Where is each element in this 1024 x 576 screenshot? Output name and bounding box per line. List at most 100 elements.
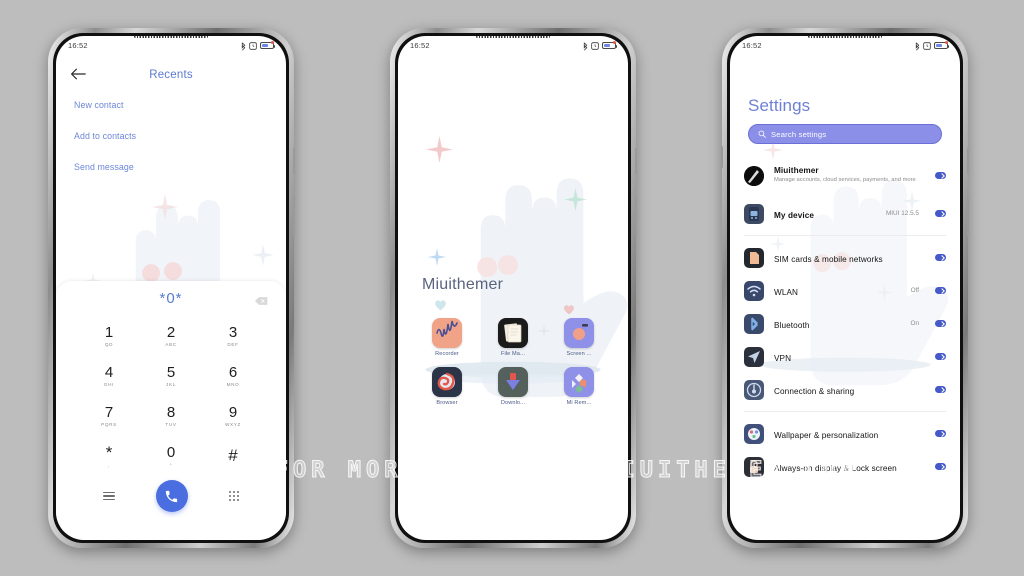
key-6[interactable]: 6 MNO (202, 357, 264, 395)
settings-row-wallpaper[interactable]: Wallpaper & personalization (730, 417, 960, 450)
earpiece-grill (808, 36, 882, 38)
settings-row-connection-sharing[interactable]: Connection & sharing (730, 373, 960, 406)
settings-row-wlan[interactable]: WLAN Off (730, 274, 960, 307)
app-recorder[interactable]: Recorder (414, 318, 480, 357)
chevron-right-icon (935, 320, 946, 327)
lock-screen-icon (744, 456, 764, 477)
status-time: 16:52 (68, 41, 88, 50)
vpn-icon (744, 346, 764, 367)
key-3[interactable]: 3 DEF (202, 317, 264, 355)
key-2[interactable]: 2 ABC (140, 317, 202, 355)
phone-bezel: 16:52 Miuithemer Recorder File Ma... Scr… (395, 33, 631, 543)
key-letters: , (108, 462, 110, 468)
key-5[interactable]: 5 JKL (140, 357, 202, 395)
app-label: Downlo... (500, 400, 526, 406)
back-arrow-icon[interactable] (70, 67, 86, 83)
volume-button[interactable] (293, 196, 295, 236)
backspace-icon[interactable] (255, 293, 268, 311)
downloads-icon (498, 367, 528, 397)
settings-row-vpn[interactable]: VPN (730, 340, 960, 373)
keypad-sheet: *0* 1 QD 2 ABC 3 DEF 4 GHI 5 JKL 6 MNO 7 PQRS 8… (56, 281, 286, 540)
sparkle-icon (428, 248, 446, 266)
volume-button[interactable] (635, 196, 637, 236)
key-7[interactable]: 7 PQRS (78, 397, 140, 435)
bluetooth-icon (241, 41, 246, 51)
send-message-action[interactable]: Send message (74, 162, 268, 172)
key-number: 0 (166, 444, 176, 462)
key-letters: + (169, 461, 173, 467)
key-number: 5 (166, 364, 176, 382)
app-file-manager[interactable]: File Ma... (480, 318, 546, 357)
app-downloads[interactable]: Downlo... (480, 367, 546, 406)
connection-sharing-icon (744, 379, 764, 400)
screen-recorder-icon (564, 318, 594, 348)
settings-row-sim-cards[interactable]: SIM cards & mobile networks (730, 241, 960, 274)
status-bar: 16:52 (730, 36, 960, 55)
app-browser[interactable]: Browser (414, 367, 480, 406)
power-button[interactable] (293, 148, 295, 174)
app-mi-remote[interactable]: Mi Rem... (546, 367, 612, 406)
keypad-grid-icon[interactable] (229, 490, 240, 502)
dialer-bottom-bar (56, 475, 286, 512)
volume-button[interactable] (721, 146, 723, 168)
phone-bezel: 16:52 Settings Search settings Miuitheme… (727, 33, 963, 543)
key-1[interactable]: 1 QD (78, 317, 140, 355)
key-hash[interactable]: # (202, 437, 264, 475)
battery-icon (260, 41, 276, 50)
phone-call-icon[interactable] (155, 480, 188, 512)
key-4[interactable]: 4 GHI (78, 357, 140, 395)
mi-remote-icon (564, 367, 594, 397)
sparkle-icon (152, 194, 178, 220)
key-number: 3 (228, 324, 238, 342)
heart-icon (435, 300, 446, 311)
settings-row-lock-screen[interactable]: Always-on display & Lock screen (730, 450, 960, 483)
key-letters: GHI (103, 381, 115, 387)
dialer-screen: 16:52 Recents New contact Add to contact… (56, 36, 286, 540)
phone-device-settings: 16:52 Settings Search settings Miuitheme… (721, 28, 969, 548)
battery-icon (934, 41, 950, 50)
alarm-icon (591, 41, 599, 50)
list-divider (744, 235, 946, 236)
dial-display: *0* (56, 281, 286, 315)
sparkle-icon (564, 188, 587, 211)
volume-button[interactable] (967, 196, 969, 236)
alarm-icon (923, 41, 931, 50)
key-number: 6 (228, 364, 238, 382)
power-button[interactable] (635, 148, 637, 174)
key-letters: TUV (165, 421, 177, 427)
earpiece-grill (476, 36, 550, 38)
key-number: # (228, 445, 238, 465)
alarm-icon (249, 41, 257, 50)
key-8[interactable]: 8 TUV (140, 397, 202, 435)
power-button[interactable] (967, 148, 969, 174)
key-number: 2 (166, 324, 176, 342)
key-number: 1 (104, 324, 114, 342)
search-input[interactable]: Search settings (748, 124, 942, 144)
heart-icon (564, 305, 574, 315)
app-label: Recorder (435, 351, 459, 357)
add-to-contacts-action[interactable]: Add to contacts (74, 131, 268, 141)
key-number: * (105, 443, 113, 463)
home-widget-label: Miuithemer (422, 276, 504, 293)
key-star[interactable]: *, (78, 437, 140, 475)
phone-device-dialer: 16:52 Recents New contact Add to contact… (48, 28, 295, 548)
settings-row-label: Bluetooth (774, 320, 810, 330)
phone-bezel: 16:52 Recents New contact Add to contact… (53, 33, 289, 543)
app-screen-recorder[interactable]: Screen ... (546, 318, 612, 357)
settings-row-account[interactable]: Miuithemer Manage accounts, cloud servic… (730, 154, 960, 197)
settings-row-label: Miuithemer (774, 166, 819, 176)
app-label: Mi Rem... (566, 400, 592, 406)
settings-row-label: Always-on display & Lock screen (774, 463, 897, 473)
menu-icon[interactable] (102, 489, 115, 503)
settings-row-label: Connection & sharing (774, 386, 855, 396)
settings-row-bluetooth[interactable]: Bluetooth On (730, 307, 960, 340)
new-contact-action[interactable]: New contact (74, 100, 268, 110)
settings-row-label: SIM cards & mobile networks (774, 254, 883, 264)
status-bar: 16:52 (56, 36, 286, 55)
key-9[interactable]: 9 WXYZ (202, 397, 264, 435)
chevron-right-icon (935, 287, 946, 294)
settings-row-value: On (910, 320, 919, 327)
key-0[interactable]: 0 + (140, 437, 202, 475)
wallpaper-icon (744, 423, 764, 444)
settings-row-my-device[interactable]: My device MIUI 12.5.5 (730, 197, 960, 230)
